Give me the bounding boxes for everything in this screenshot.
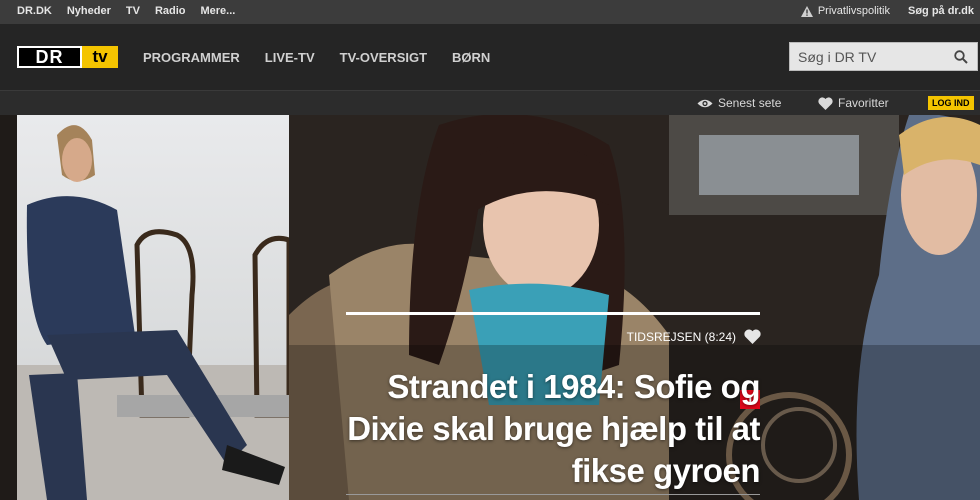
nav-programmer[interactable]: PROGRAMMER: [143, 50, 240, 65]
main-header: DR tv PROGRAMMER LIVE-TV TV-OVERSIGT BØR…: [0, 24, 980, 90]
topbar-right: Privatlivspolitik Søg på dr.dk: [800, 5, 974, 17]
search-box: [789, 42, 978, 71]
dr-tv-logo[interactable]: DR tv: [17, 46, 118, 68]
hero-divider: [346, 312, 760, 315]
nav-tv-oversigt[interactable]: TV-OVERSIGT: [340, 50, 427, 65]
heart-icon: [818, 96, 833, 110]
logo-dr: DR: [17, 46, 82, 68]
site-topbar: DR.DK Nyheder TV Radio Mere... Privatliv…: [0, 0, 980, 24]
hero-headline[interactable]: Strandet i 1984: Sofie og Dixie skal bru…: [340, 366, 760, 492]
search-site-link[interactable]: Søg på dr.dk: [908, 5, 974, 17]
episode-label: TIDSREJSEN (8:24): [626, 330, 736, 344]
warning-icon: [800, 5, 813, 17]
left-promo-image[interactable]: [17, 115, 289, 500]
topbar-link-mere[interactable]: Mere...: [201, 5, 236, 17]
topbar-link-radio[interactable]: Radio: [155, 5, 186, 17]
privacy-link[interactable]: Privatlivspolitik: [800, 5, 890, 17]
user-subbar: Senest sete Favoritter LOG IND: [0, 90, 980, 115]
recently-watched-link[interactable]: Senest sete: [697, 96, 781, 110]
nav-live-tv[interactable]: LIVE-TV: [265, 50, 315, 65]
topbar-link-drdk[interactable]: DR.DK: [17, 5, 52, 17]
topbar-link-nyheder[interactable]: Nyheder: [67, 5, 111, 17]
hero-bottom-divider: [346, 494, 760, 495]
search-icon[interactable]: [954, 50, 968, 64]
search-input[interactable]: [798, 43, 948, 70]
logo-tv: tv: [82, 46, 118, 68]
eye-icon: [697, 99, 713, 107]
topbar-link-tv[interactable]: TV: [126, 5, 140, 17]
login-button[interactable]: LOG IND: [928, 96, 974, 110]
man-on-chair-illustration: [17, 125, 289, 500]
recently-watched-label: Senest sete: [718, 96, 782, 110]
favorite-heart-icon[interactable]: [744, 329, 761, 344]
favorites-link[interactable]: Favoritter: [818, 96, 889, 110]
favorites-label: Favoritter: [838, 96, 889, 110]
main-nav: PROGRAMMER LIVE-TV TV-OVERSIGT BØRN: [143, 50, 490, 65]
topbar-links: DR.DK Nyheder TV Radio Mere...: [17, 5, 235, 17]
privacy-label: Privatlivspolitik: [817, 5, 890, 17]
nav-boern[interactable]: BØRN: [452, 50, 490, 65]
